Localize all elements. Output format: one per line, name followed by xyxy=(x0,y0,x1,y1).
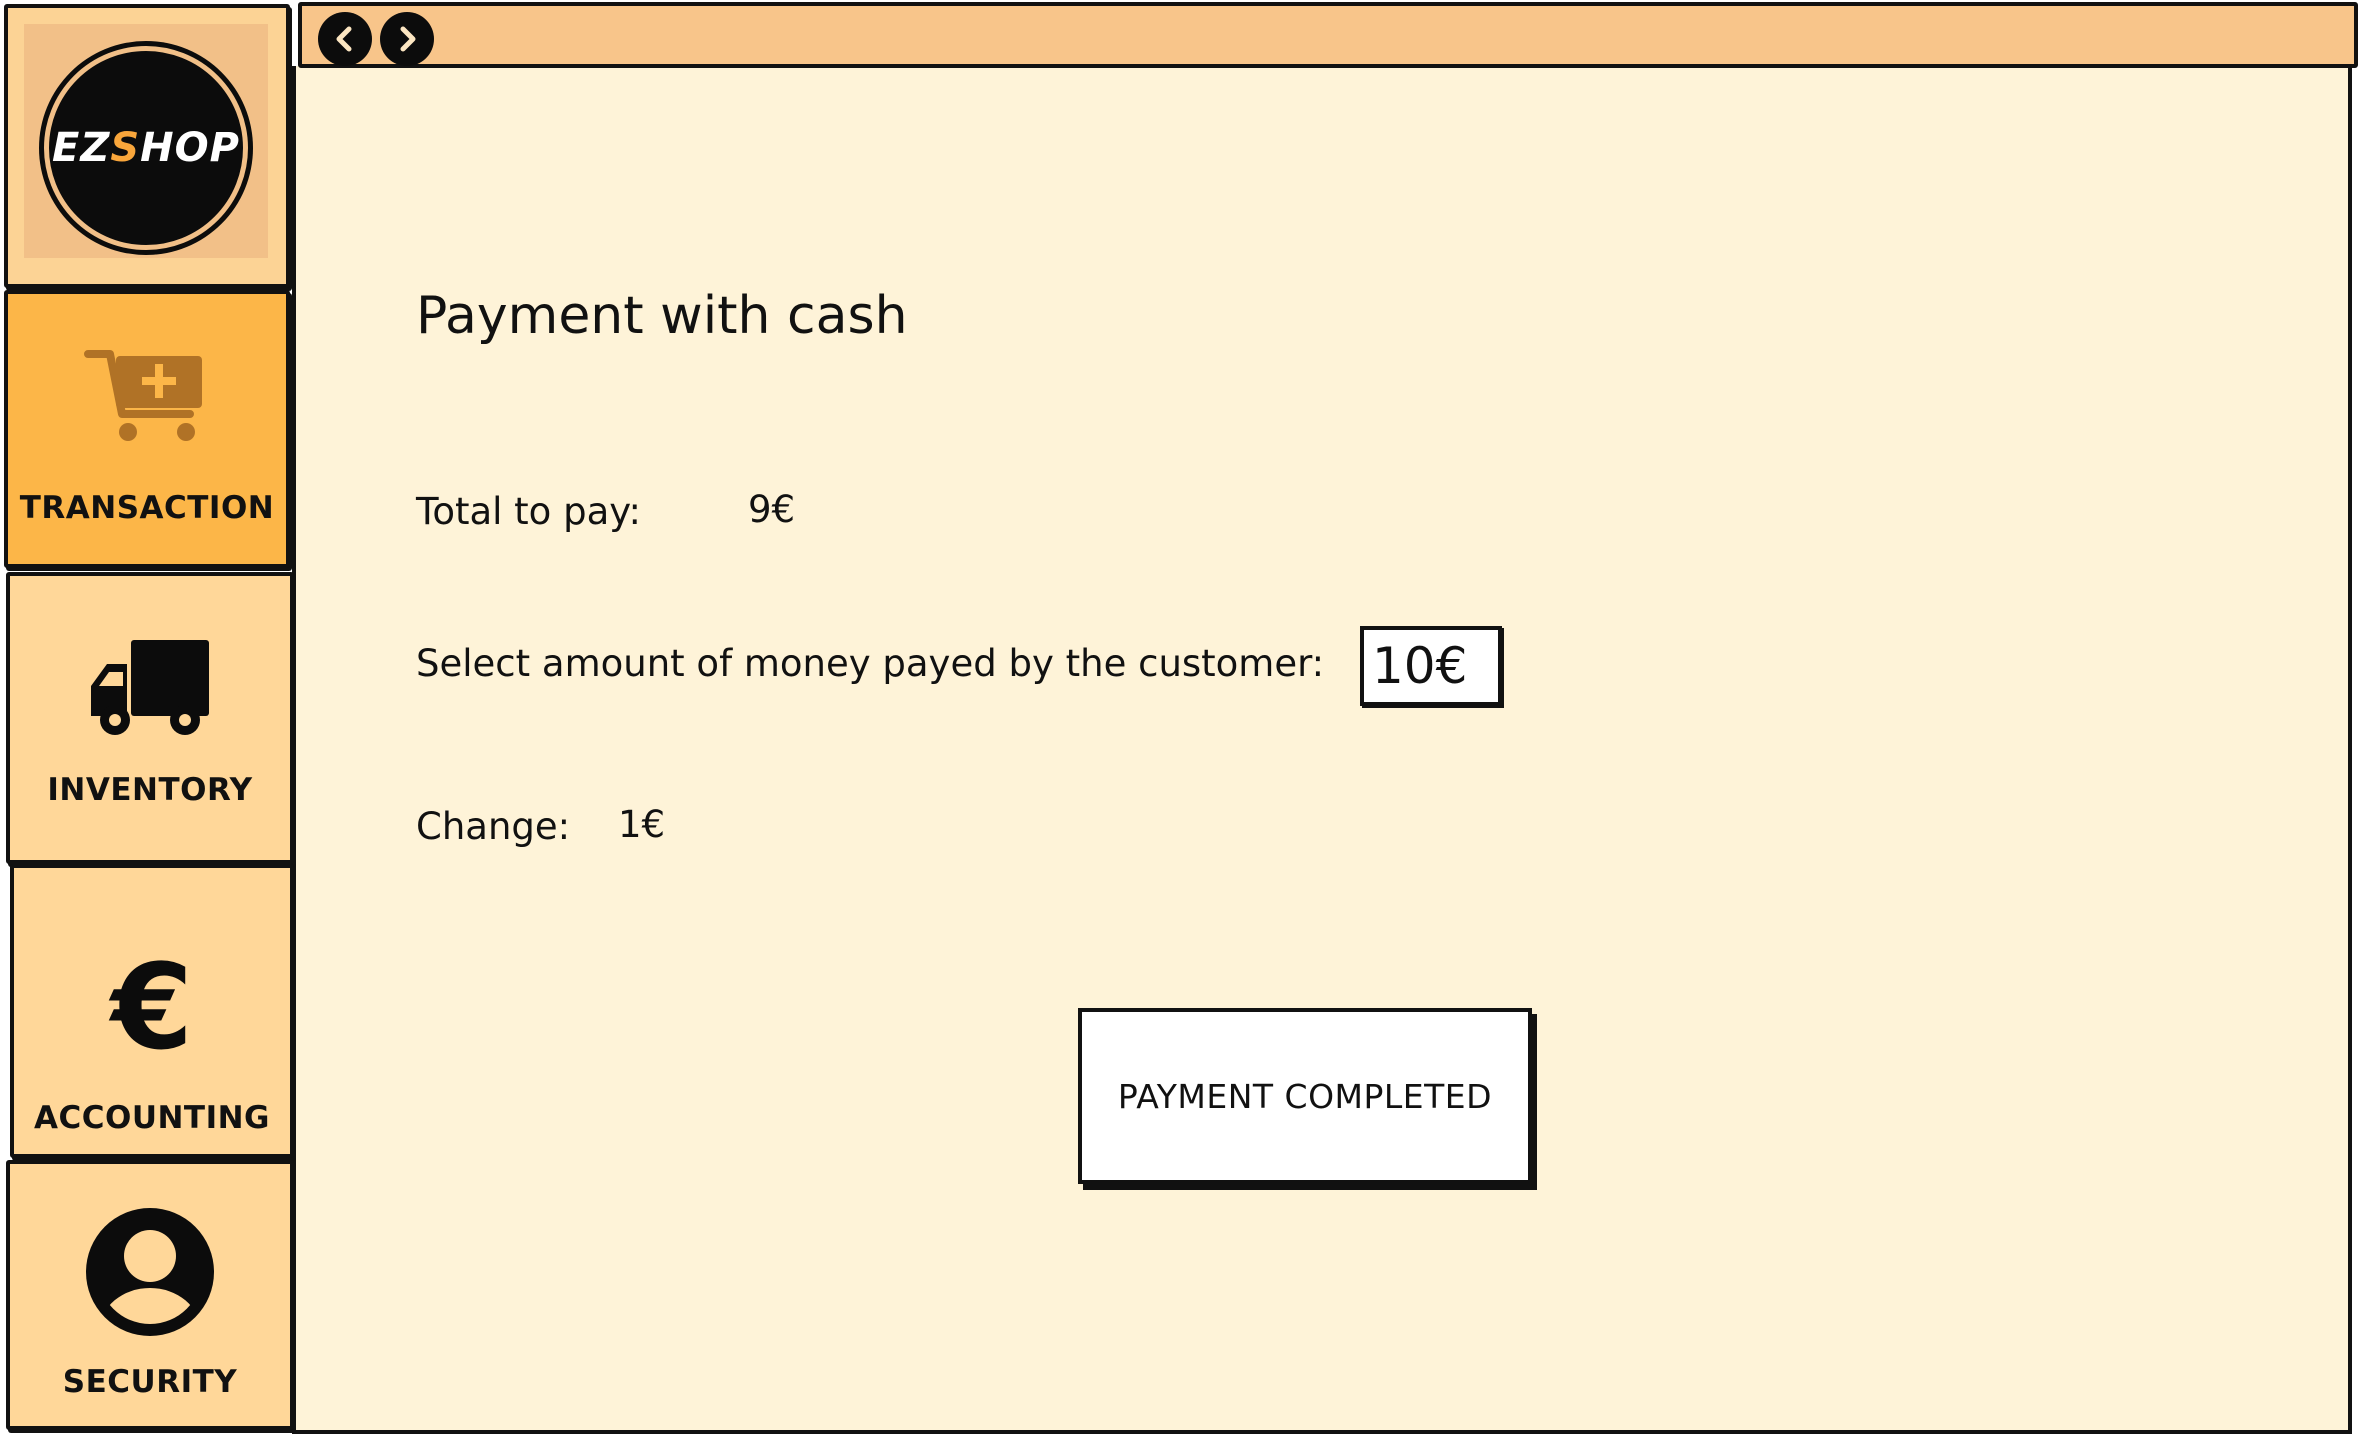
app-screen: EZSHOP TRANSACTION INVENTORY € ACCOUNTIN… xyxy=(0,0,2364,1438)
sidebar-item-label: SECURITY xyxy=(62,1364,238,1400)
chevron-left-icon xyxy=(336,26,352,52)
euro-icon: € xyxy=(14,950,290,1060)
truck-icon xyxy=(10,634,290,744)
change-label: Change: xyxy=(416,805,571,848)
ezshop-logo: EZSHOP xyxy=(44,46,248,250)
sidebar-item-transaction[interactable]: TRANSACTION xyxy=(4,290,290,568)
total-label: Total to pay: xyxy=(416,490,641,533)
page-title: Payment with cash xyxy=(416,286,908,346)
sidebar-item-label: INVENTORY xyxy=(47,772,253,808)
amount-paid-input[interactable]: 10€ xyxy=(1360,626,1502,706)
sidebar-item-inventory[interactable]: INVENTORY xyxy=(6,572,294,864)
sidebar-item-label: TRANSACTION xyxy=(19,490,275,526)
user-icon xyxy=(10,1206,290,1338)
chevron-right-icon xyxy=(400,26,416,52)
logo-background: EZSHOP xyxy=(24,24,268,258)
cart-plus-icon xyxy=(8,344,286,454)
payment-completed-button[interactable]: PAYMENT COMPLETED xyxy=(1078,1008,1532,1184)
svg-text:€: € xyxy=(108,950,193,1060)
logo-text: EZSHOP xyxy=(52,125,240,171)
amount-paid-label: Select amount of money payed by the cust… xyxy=(416,642,1325,685)
logo-panel: EZSHOP xyxy=(4,4,290,288)
browser-titlebar xyxy=(298,2,2358,68)
sidebar-item-label: ACCOUNTING xyxy=(33,1100,271,1136)
back-button[interactable] xyxy=(318,12,372,66)
sidebar-item-accounting[interactable]: € ACCOUNTING xyxy=(10,864,294,1158)
forward-button[interactable] xyxy=(380,12,434,66)
total-value: 9€ xyxy=(748,488,796,531)
sidebar-item-security[interactable]: SECURITY xyxy=(6,1160,294,1430)
content-area xyxy=(292,66,2352,1434)
change-value: 1€ xyxy=(618,803,666,846)
